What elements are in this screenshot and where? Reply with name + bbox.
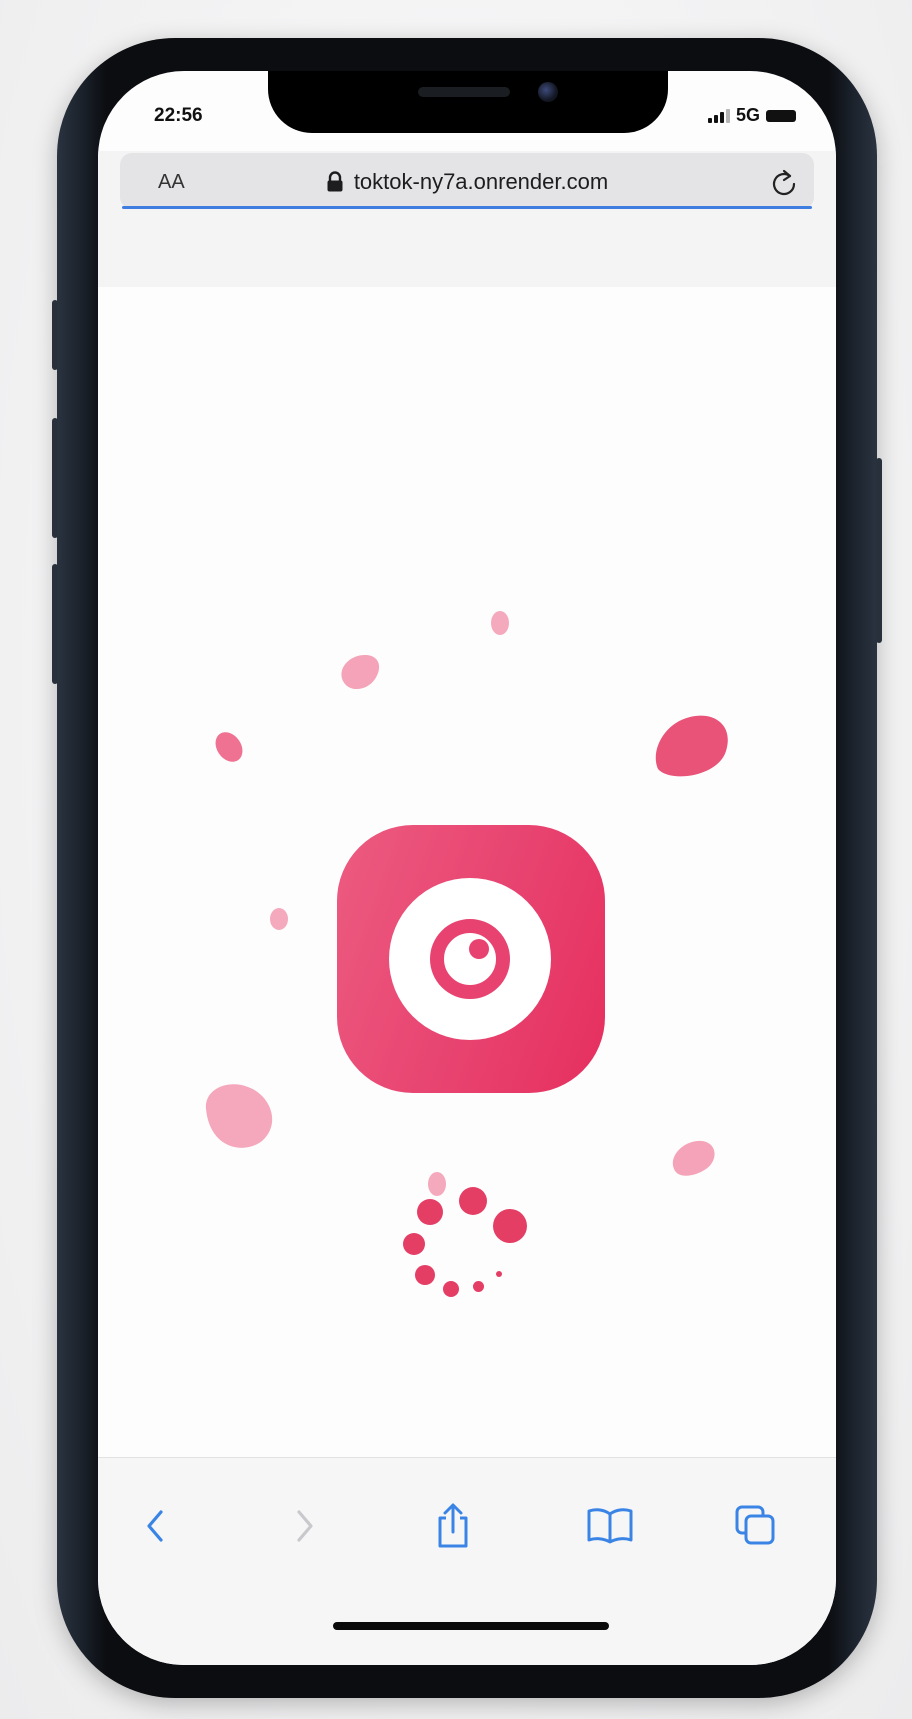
tabs-button[interactable] [728,1498,784,1554]
signal-icon [707,108,730,123]
speaker-grille [418,87,510,97]
spinner-dot [415,1265,435,1285]
decorative-blob [672,1140,715,1176]
status-indicators: 5G [707,105,796,126]
reload-icon [772,169,796,196]
share-icon [438,1503,468,1548]
browser-bottom-toolbar [98,1457,836,1665]
back-button[interactable] [128,1498,184,1554]
screen: 22:56 5G AA toktok-ny7a.onrender.com [98,71,836,1665]
spinner-dot [417,1199,443,1225]
volume-down-button [52,564,58,684]
front-camera [538,82,558,102]
page-load-progress [122,206,812,209]
url-display[interactable]: toktok-ny7a.onrender.com [120,169,814,195]
reload-button[interactable] [768,167,800,199]
chevron-left-icon [147,1510,163,1542]
spinner-dot [496,1271,502,1277]
address-bar[interactable]: AA toktok-ny7a.onrender.com [120,153,814,209]
decorative-blob [215,732,243,762]
spinner-dot [493,1209,527,1243]
phone-frame: 22:56 5G AA toktok-ny7a.onrender.com [52,38,882,1698]
background: 22:56 5G AA toktok-ny7a.onrender.com [0,0,912,1719]
decorative-blob [491,611,509,635]
status-time: 22:56 [154,105,203,126]
share-button[interactable] [425,1498,481,1554]
decorative-blob [341,655,380,690]
spinner-dot [473,1281,484,1292]
forward-button[interactable] [276,1498,332,1554]
browser-top-toolbar: AA toktok-ny7a.onrender.com [98,151,836,287]
page-content [98,287,836,1457]
lock-icon [326,171,344,193]
spinner-dot [403,1233,425,1255]
notch [268,71,668,133]
chevron-right-icon [297,1510,313,1542]
side-button [876,458,882,643]
book-icon [587,1508,633,1544]
network-label: 5G [735,105,760,125]
url-text: toktok-ny7a.onrender.com [353,169,609,194]
decorative-blob [205,1084,273,1148]
logo-inner-circle [389,878,551,1040]
spinner-dot [443,1281,459,1297]
spinner-dot [459,1187,487,1215]
camera-lens-icon [430,919,510,999]
decorative-blob [655,715,728,777]
battery-icon [766,109,796,122]
tabs-icon [735,1505,775,1545]
loading-spinner [403,1185,553,1305]
volume-up-button [52,418,58,538]
home-indicator[interactable] [333,1622,609,1630]
app-logo [337,825,605,1093]
mute-switch [52,300,58,370]
decorative-blob [270,908,288,930]
bookmarks-button[interactable] [582,1498,638,1554]
